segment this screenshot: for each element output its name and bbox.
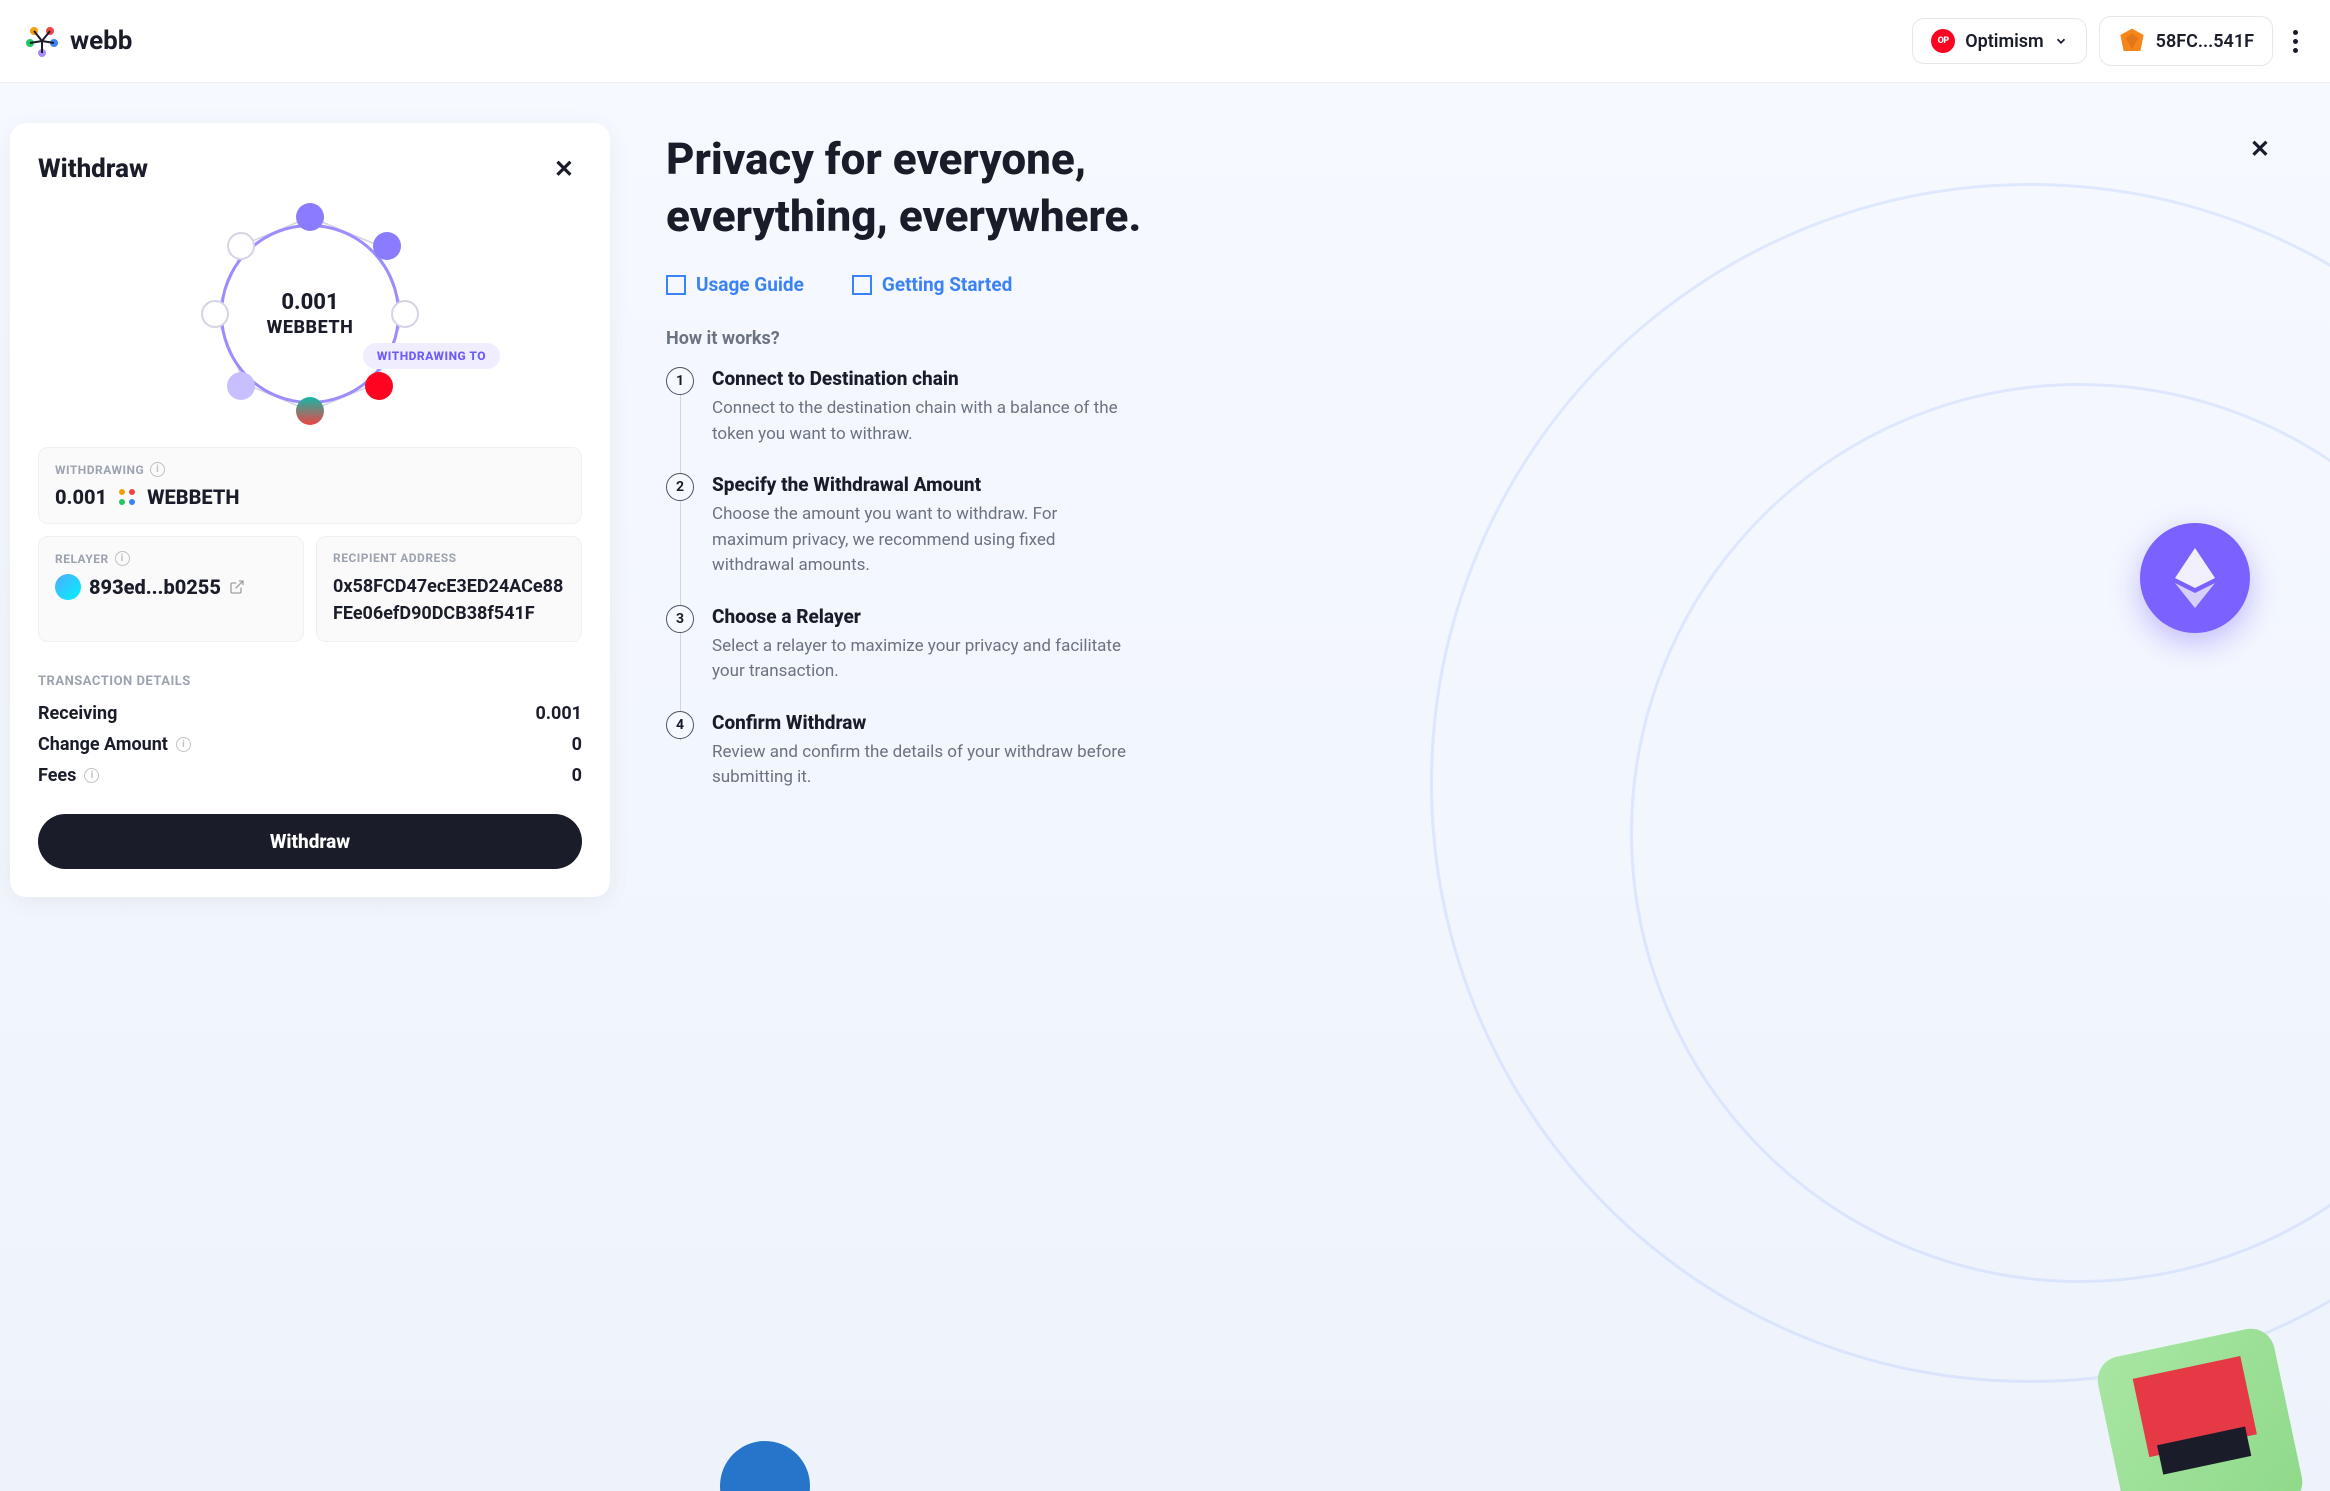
chain-graph: 0.001 WEBBETH WITHDRAWING TO <box>38 199 582 429</box>
close-info-button[interactable]: ✕ <box>2246 131 2274 167</box>
info-panel: Privacy for everyone, everything, everyw… <box>610 83 2330 1491</box>
tx-row-receiving: Receiving 0.001 <box>38 703 582 724</box>
tx-row-change: Change Amounti 0 <box>38 734 582 755</box>
step-title: Connect to Destination chain <box>712 367 1132 390</box>
step-item: 2 Specify the Withdrawal Amount Choose the… <box>666 473 2274 579</box>
step-number: 1 <box>666 367 694 395</box>
step-desc: Select a relayer to maximize your privac… <box>712 634 1132 685</box>
wallet-address-chip[interactable]: 58FC...541F <box>2099 16 2273 66</box>
doc-icon <box>666 275 686 295</box>
withdraw-button[interactable]: Withdraw <box>38 814 582 869</box>
chain-node-target-icon <box>296 397 324 425</box>
network-selector[interactable]: OP Optimism <box>1912 18 2086 64</box>
info-icon[interactable]: i <box>84 768 99 783</box>
metamask-icon <box>2118 27 2146 55</box>
tx-row-fees: Feesi 0 <box>38 765 582 786</box>
info-icon[interactable]: i <box>115 551 130 566</box>
withdrawing-token: WEBBETH <box>147 485 239 509</box>
chain-node-ethereum-alt-icon <box>227 372 255 400</box>
withdrawing-label: WITHDRAWING <box>55 463 144 477</box>
step-desc: Choose the amount you want to withdraw. … <box>712 502 1132 579</box>
step-number: 3 <box>666 605 694 633</box>
step-desc: Review and confirm the details of your w… <box>712 740 1132 791</box>
tx-value: 0.001 <box>535 703 582 724</box>
step-title: Choose a Relayer <box>712 605 1132 628</box>
header: webb OP Optimism 58FC...541F <box>0 0 2330 83</box>
chain-node-optimism-icon <box>365 372 393 400</box>
getting-started-link[interactable]: Getting Started <box>852 273 1012 296</box>
chevron-down-icon <box>2054 34 2068 48</box>
optimism-icon: OP <box>1931 29 1955 53</box>
relayer-block: RELAYER i 893ed...b0255 <box>38 536 304 642</box>
chain-node-polygon-icon <box>373 232 401 260</box>
network-label: Optimism <box>1965 31 2043 52</box>
close-panel-button[interactable]: ✕ <box>546 151 582 187</box>
withdraw-panel: Withdraw ✕ 0.001 WEBBETH WITH <box>10 123 610 897</box>
chain-node <box>391 300 419 328</box>
step-item: 4 Confirm Withdraw Review and confirm the … <box>666 711 2274 791</box>
usage-guide-link[interactable]: Usage Guide <box>666 273 804 296</box>
recipient-label: RECIPIENT ADDRESS <box>333 551 457 565</box>
steps-list: 1 Connect to Destination chain Connect to … <box>666 367 2274 791</box>
tx-details-title: TRANSACTION DETAILS <box>38 674 582 689</box>
recipient-block: RECIPIENT ADDRESS 0x58FCD47ecE3ED24ACe88… <box>316 536 582 642</box>
info-icon[interactable]: i <box>176 737 191 752</box>
step-number: 2 <box>666 473 694 501</box>
logo-icon <box>24 23 60 59</box>
more-menu-button[interactable] <box>2285 22 2306 61</box>
step-item: 3 Choose a Relayer Select a relayer to max… <box>666 605 2274 685</box>
doc-icon <box>852 275 872 295</box>
withdrawing-to-badge: WITHDRAWING TO <box>363 343 500 369</box>
recipient-address: 0x58FCD47ecE3ED24ACe88FEe06efD90DCB38f54… <box>333 573 565 627</box>
wallet-address: 58FC...541F <box>2156 31 2254 52</box>
chain-node <box>227 232 255 260</box>
logo[interactable]: webb <box>24 23 132 59</box>
chain-node-ethereum-icon <box>296 203 324 231</box>
tx-value: 0 <box>572 765 582 786</box>
withdrawing-block: WITHDRAWING i 0.001 WEBBETH <box>38 447 582 524</box>
how-it-works-label: How it works? <box>666 328 2274 349</box>
step-title: Specify the Withdrawal Amount <box>712 473 1132 496</box>
panel-title: Withdraw <box>38 154 148 184</box>
tx-value: 0 <box>572 734 582 755</box>
relayer-avatar-icon <box>55 574 81 600</box>
header-actions: OP Optimism 58FC...541F <box>1912 16 2306 66</box>
chain-node <box>201 300 229 328</box>
webb-token-icon <box>115 485 139 509</box>
info-icon[interactable]: i <box>150 462 165 477</box>
step-title: Confirm Withdraw <box>712 711 1132 734</box>
relayer-label: RELAYER <box>55 552 109 566</box>
main-content: Withdraw ✕ 0.001 WEBBETH WITH <box>0 83 2330 1491</box>
external-link-icon[interactable] <box>229 579 245 595</box>
step-desc: Connect to the destination chain with a … <box>712 396 1132 447</box>
info-panel-title: Privacy for everyone, everything, everyw… <box>666 131 1186 245</box>
graph-token: WEBBETH <box>267 317 354 338</box>
step-item: 1 Connect to Destination chain Connect to … <box>666 367 2274 447</box>
logo-text: webb <box>70 26 132 56</box>
step-number: 4 <box>666 711 694 739</box>
graph-amount: 0.001 <box>281 290 338 315</box>
withdrawing-amount: 0.001 <box>55 485 107 509</box>
relayer-value: 893ed...b0255 <box>89 575 221 599</box>
transaction-details: TRANSACTION DETAILS Receiving 0.001 Chan… <box>38 674 582 786</box>
